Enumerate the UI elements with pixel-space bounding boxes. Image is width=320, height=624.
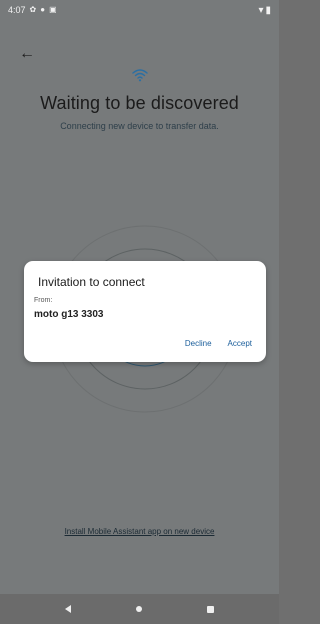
notification-icon: ▣ <box>49 5 57 14</box>
battery-icon: ▮ <box>265 4 271 16</box>
invitation-dialog: Invitation to connect From: moto g13 330… <box>24 261 266 362</box>
status-left: 4:07 ✿ ● ▣ <box>8 5 57 15</box>
navigation-bar <box>0 594 279 624</box>
back-icon[interactable] <box>64 605 71 613</box>
status-bar: 4:07 ✿ ● ▣ ▾ ▮ <box>0 0 279 20</box>
dialog-actions: Decline Accept <box>185 339 252 348</box>
decline-button[interactable]: Decline <box>185 339 212 348</box>
from-label: From: <box>34 297 53 304</box>
location-icon: ● <box>40 5 46 14</box>
settings-icon: ✿ <box>29 5 37 14</box>
recents-icon[interactable] <box>207 605 215 613</box>
wifi-icon <box>131 69 148 82</box>
screen: 4:07 ✿ ● ▣ ▾ ▮ ← Waiting to be discovere… <box>0 0 279 624</box>
wifi-icon: ▾ <box>258 4 264 16</box>
arrow-left-icon: ← <box>19 45 35 62</box>
page-title: Waiting to be discovered <box>40 93 239 113</box>
status-time: 4:07 <box>8 5 26 15</box>
home-icon[interactable] <box>135 606 142 612</box>
back-button[interactable]: ← <box>19 45 37 63</box>
device-name: moto g13 3303 <box>34 309 104 320</box>
accept-button[interactable]: Accept <box>228 339 252 348</box>
status-right: ▾ ▮ <box>258 5 271 16</box>
page-subtitle: Connecting new device to transfer data. <box>60 121 219 131</box>
install-app-link[interactable]: Install Mobile Assistant app on new devi… <box>0 527 279 536</box>
dialog-title: Invitation to connect <box>38 275 145 289</box>
status-icon-container <box>0 68 279 82</box>
